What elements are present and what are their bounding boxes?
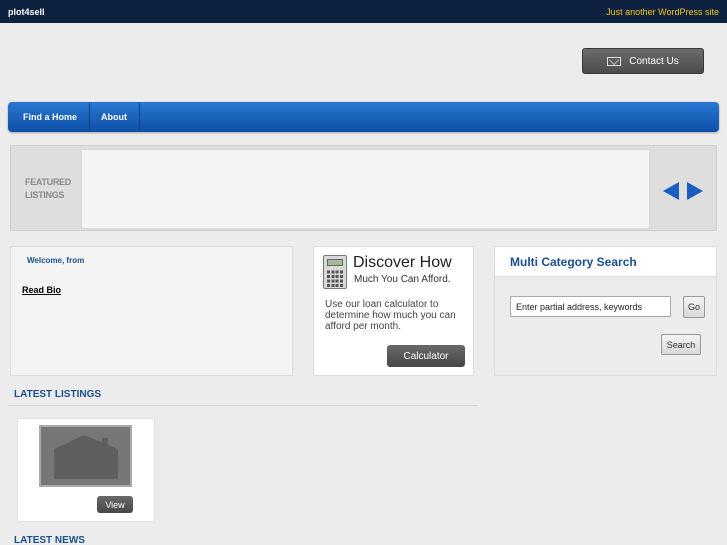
contact-us-label: Contact Us [629, 55, 679, 67]
latest-listings-heading: LATEST LISTINGS [8, 386, 477, 406]
listing-card: View [17, 418, 155, 522]
site-name[interactable]: plot4sell [8, 7, 45, 17]
latest-news-heading: LATEST NEWS [8, 532, 477, 545]
featured-listings-panel [81, 149, 650, 229]
welcome-title: Welcome, from [27, 256, 85, 265]
featured-listings-slider: FEATURED LISTINGS [10, 145, 717, 231]
top-bar: plot4sell Just another WordPress site [0, 0, 727, 23]
multi-category-search-widget: Multi Category Search Go Search [494, 246, 717, 376]
loan-calculator-widget: Discover How Much You Can Afford. Use ou… [313, 246, 474, 376]
calculator-description: Use our loan calculator to determine how… [325, 299, 456, 332]
nav-item-find-a-home[interactable]: Find a Home [8, 102, 91, 132]
mail-icon [607, 56, 622, 66]
search-widget-header: Multi Category Search [495, 247, 716, 277]
calculator-subheading: Much You Can Afford. [354, 274, 451, 285]
slider-next-arrow-icon[interactable] [687, 182, 703, 200]
view-listing-button[interactable]: View [97, 496, 133, 513]
search-widget-title: Multi Category Search [510, 255, 637, 269]
house-placeholder-icon [54, 435, 118, 479]
listing-thumbnail[interactable] [39, 425, 132, 487]
go-button[interactable]: Go [683, 296, 705, 318]
main-nav: Find a Home About [8, 102, 719, 132]
calculator-button[interactable]: Calculator [387, 345, 465, 367]
nav-item-about[interactable]: About [90, 102, 141, 132]
contact-us-button[interactable]: Contact Us [582, 48, 704, 74]
slider-prev-arrow-icon[interactable] [663, 182, 679, 200]
read-bio-link[interactable]: Read Bio [22, 285, 61, 295]
calculator-heading: Discover How [353, 254, 452, 271]
site-tagline: Just another WordPress site [606, 6, 719, 17]
search-input[interactable] [510, 296, 671, 317]
search-button[interactable]: Search [661, 334, 701, 355]
welcome-widget: Welcome, from Read Bio [10, 246, 293, 376]
calculator-icon [323, 255, 347, 289]
featured-listings-label: FEATURED LISTINGS [25, 177, 71, 200]
